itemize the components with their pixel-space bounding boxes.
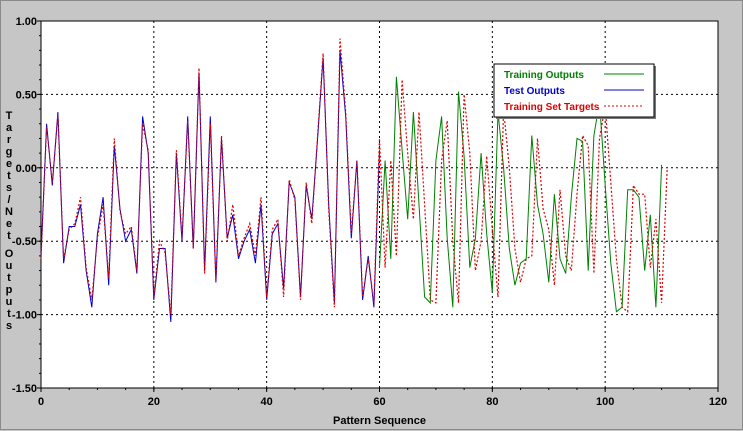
legend-label: Training Set Targets [504, 102, 600, 113]
y-axis-label-char: T [6, 110, 13, 122]
y-axis-label-char: / [7, 194, 10, 206]
y-axis-label-char: N [5, 206, 13, 218]
y-axis-label-char: t [7, 170, 11, 182]
y-axis-label-char: a [6, 122, 13, 134]
y-axis-label-char: s [6, 320, 12, 332]
x-tick-label: 0 [38, 396, 44, 408]
y-tick-label: 0.00 [16, 163, 37, 175]
y-axis-label-char: r [7, 134, 12, 146]
y-axis-label-char: e [6, 218, 12, 230]
x-axis-label: Pattern Sequence [333, 415, 426, 427]
y-tick-labels: 1.00 0.50 0.00 -0.50 -1.00 -1.50 [12, 16, 41, 395]
chart-window: 1.00 0.50 0.00 -0.50 -1.00 -1.50 0 20 40 60 80 100… [0, 0, 743, 430]
legend-label: Training Outputs [504, 70, 584, 81]
y-axis-label-char: t [7, 230, 11, 242]
y-axis-label-char: t [7, 272, 11, 284]
y-axis-label-char: O [5, 248, 14, 260]
y-axis-label: Targets/NetOutputs [5, 110, 14, 332]
chart-canvas: 1.00 0.50 0.00 -0.50 -1.00 -1.50 0 20 40 60 80 100… [5, 16, 727, 427]
y-axis-label-char: u [6, 260, 13, 272]
legend: Training Outputs Test Outputs Training Set… [493, 63, 656, 119]
x-tick-label: 100 [596, 396, 614, 408]
x-tick-label: 120 [709, 396, 727, 408]
y-axis-label-char: p [6, 284, 13, 296]
y-tick-label: 1.00 [16, 16, 37, 28]
x-tick-label: 20 [148, 396, 160, 408]
y-axis-label-char: s [6, 182, 12, 194]
y-tick-label: -1.50 [12, 383, 37, 395]
x-tick-label: 40 [261, 396, 273, 408]
y-tick-label: -1.00 [12, 310, 37, 322]
x-tick-labels: 0 20 40 60 80 100 120 [38, 388, 727, 408]
y-tick-label: 0.50 [16, 89, 37, 101]
y-axis-label-char: t [7, 308, 11, 320]
y-tick-label: -0.50 [12, 236, 37, 248]
y-axis-label-char: u [6, 296, 13, 308]
x-tick-label: 60 [373, 396, 385, 408]
x-tick-label: 80 [486, 396, 498, 408]
y-axis-label-char: g [6, 146, 13, 158]
y-axis-label-char: e [6, 158, 12, 170]
legend-label: Test Outputs [504, 86, 565, 97]
